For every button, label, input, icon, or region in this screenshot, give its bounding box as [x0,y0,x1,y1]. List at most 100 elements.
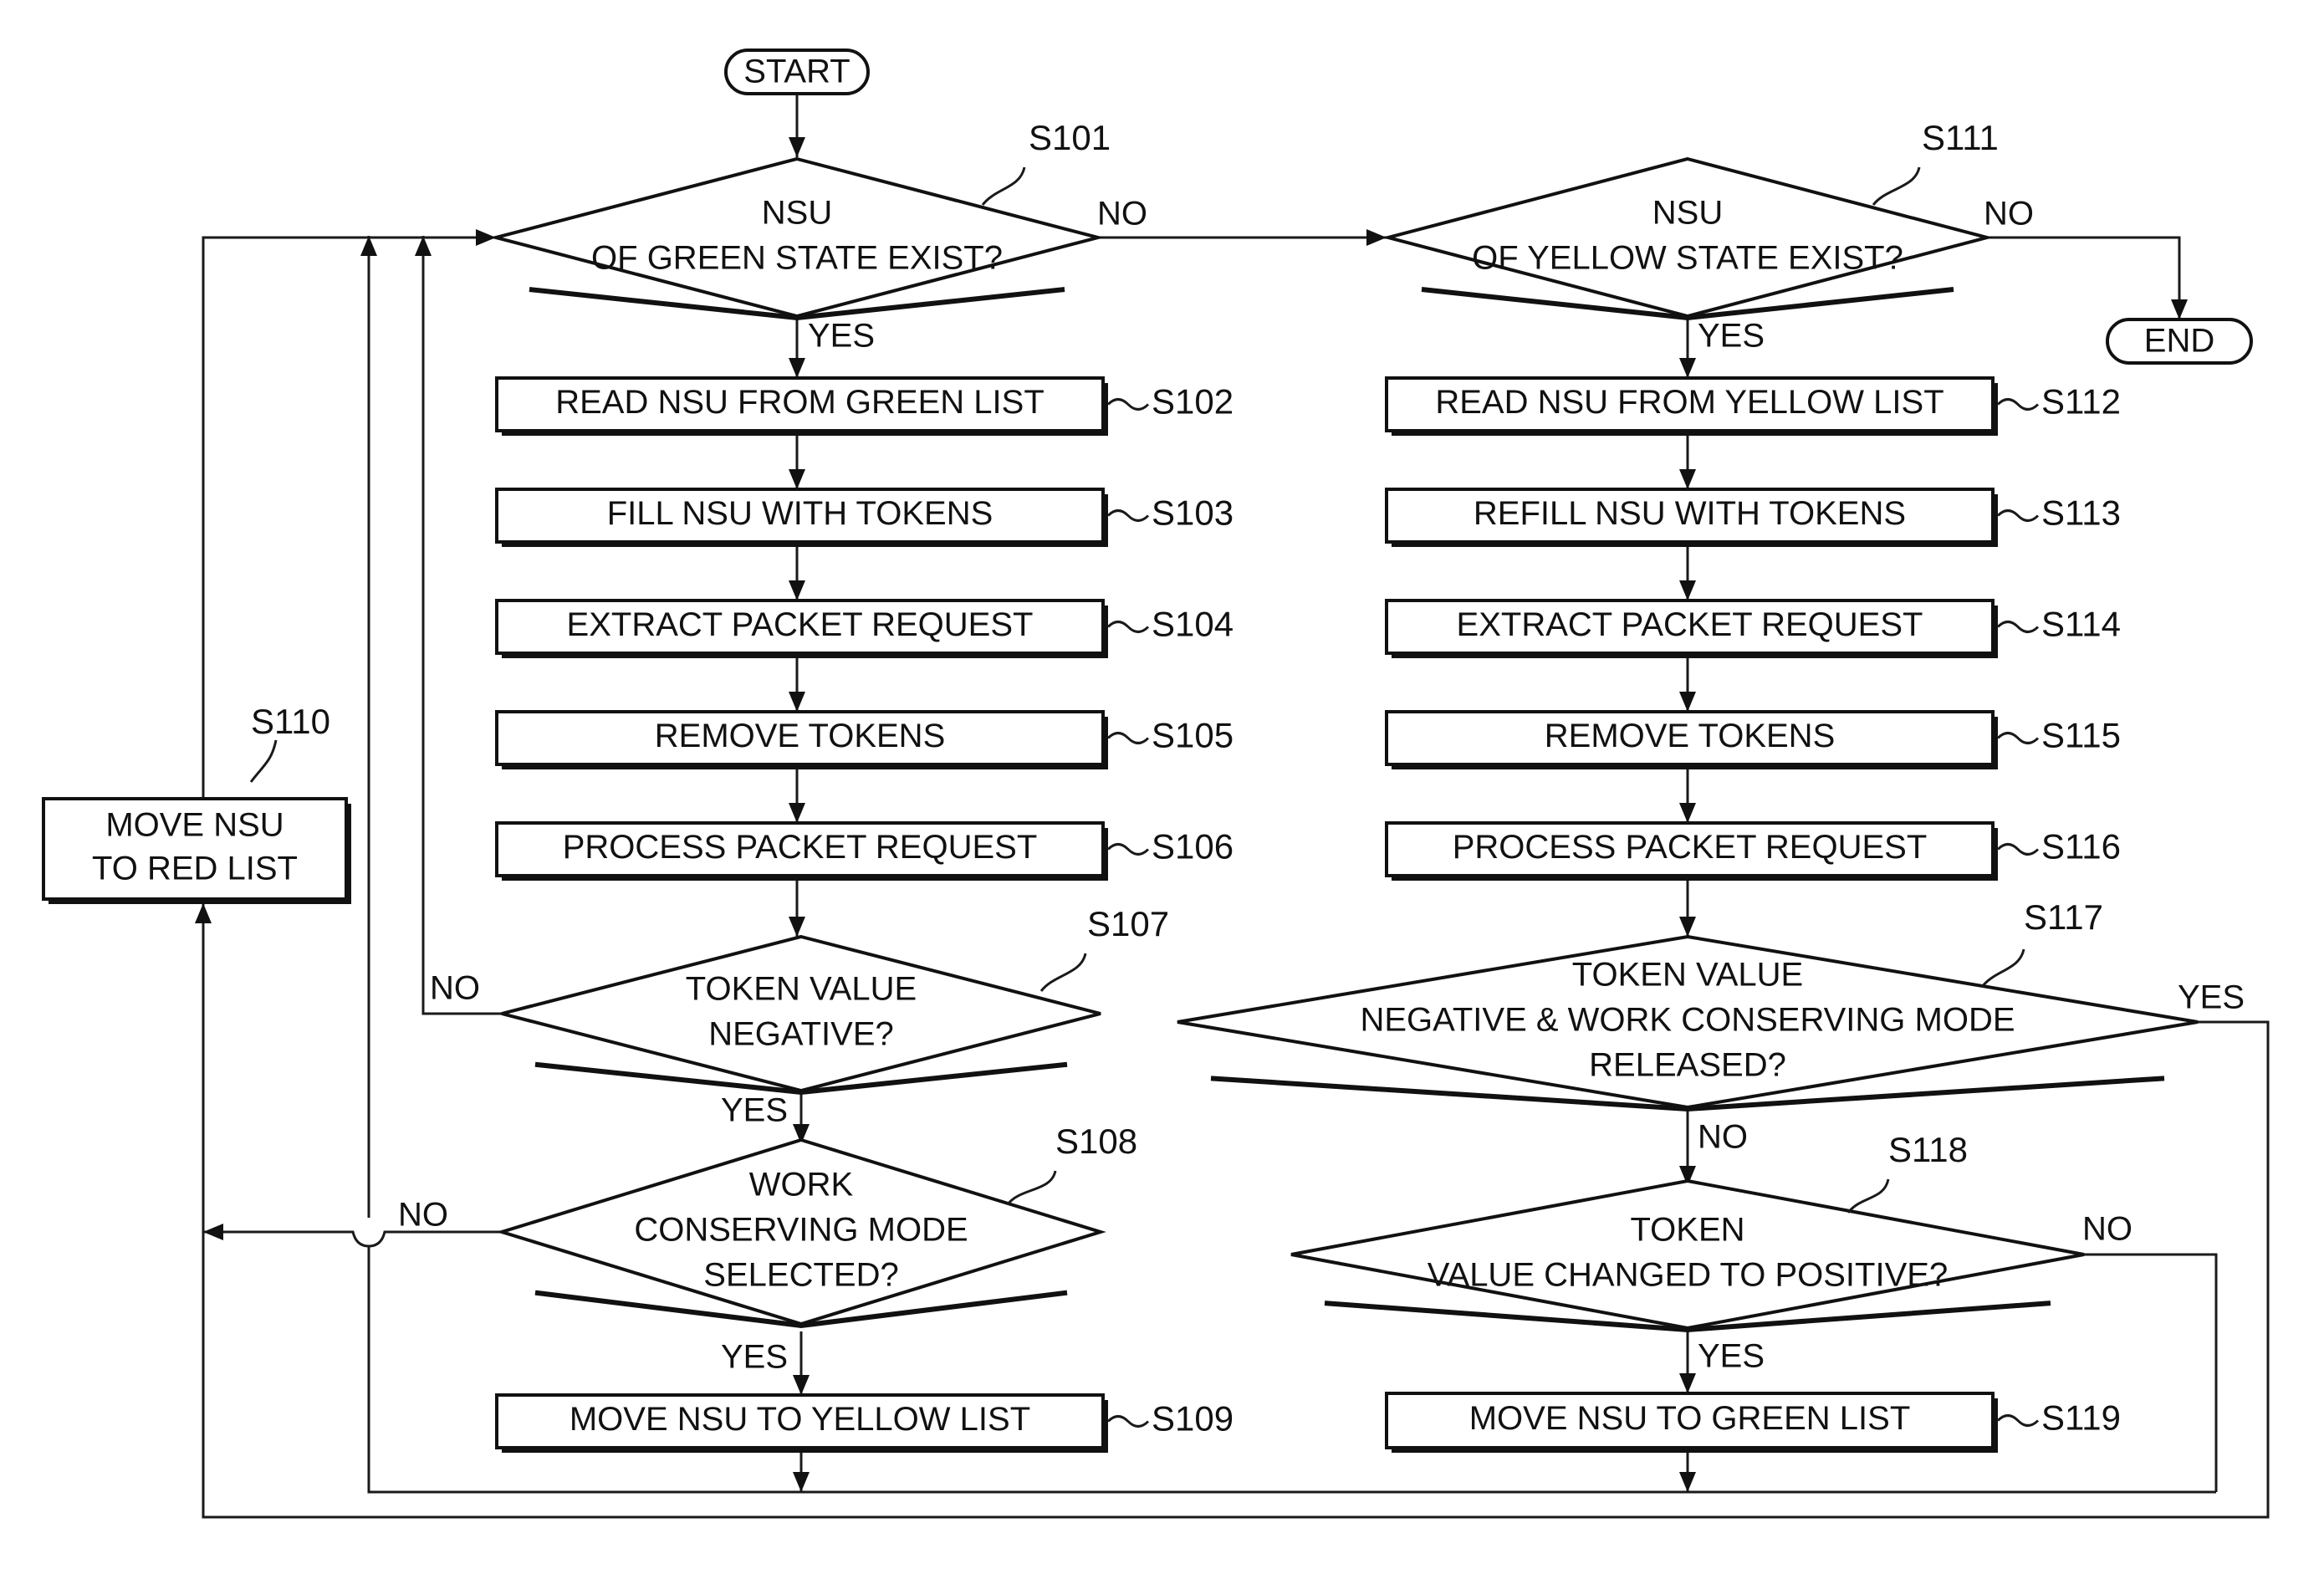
leader-line [1106,1415,1150,1428]
decision-diamond [1290,1178,2085,1331]
leader-line [249,739,278,783]
step-id-label: S119 [2041,1398,2121,1438]
step-text: TOKEN VALUE [686,971,917,1008]
step-s109: MOVE NSU TO YELLOW LIST S109 [495,1393,1234,1453]
s117-no-label: NO [1698,1119,1748,1156]
step-text: NEGATIVE? [708,1016,894,1053]
s108-no-label: NO [398,1197,448,1234]
leader-line [1996,1414,2040,1427]
leader-line [1996,843,2040,856]
leader-line [1846,1178,1890,1214]
step-id-label: S102 [1152,382,1234,422]
step-s108: WORK CONSERVING MODE SELECTED? S108 [496,1122,1137,1329]
step-text: SELECTED? [703,1257,898,1294]
step-text: VALUE CHANGED TO POSITIVE? [1428,1257,1948,1294]
leader-line [1872,166,1921,206]
step-id-label: S111 [1922,118,1999,157]
step-id-label: S103 [1152,493,1234,533]
leader-line [1039,953,1087,992]
step-s110: MOVE NSU TO RED LIST S110 [42,702,351,904]
leader-line [1106,398,1150,411]
step-text: TO RED LIST [92,851,298,887]
step-id-label: S101 [1029,118,1111,157]
leader-line [1106,509,1150,522]
step-s101: NSU OF GREEN STATE EXIST? S101 [489,118,1111,321]
step-s112: READ NSU FROM YELLOW LIST S112 [1385,376,2121,436]
step-s105: REMOVE TOKENS S105 [495,710,1234,769]
arrow-s118-no-return [2084,1253,2218,1492]
step-text: EXTRACT PACKET REQUEST [1457,606,1923,643]
leader-line [1996,509,2040,522]
s107-no-label: NO [430,970,480,1007]
s101-no-label: NO [1097,196,1147,233]
step-text: READ NSU FROM GREEN LIST [555,384,1045,421]
step-s114: EXTRACT PACKET REQUEST S114 [1385,599,2121,658]
step-text: EXTRACT PACKET REQUEST [567,606,1034,643]
step-text: REMOVE TOKENS [1545,718,1836,754]
step-id-label: S113 [2041,493,2121,533]
step-id-label: S107 [1087,904,1169,943]
step-s119: MOVE NSU TO GREEN LIST S119 [1385,1392,2121,1453]
step-text: REMOVE TOKENS [655,718,946,754]
step-text: REFILL NSU WITH TOKENS [1474,495,1906,532]
leader-line [1006,1170,1057,1205]
step-text: NSU [762,195,832,232]
s111-yes-label: YES [1698,318,1765,355]
steps: NSU OF GREEN STATE EXIST? S101 READ NSU FRO… [42,118,2199,1453]
step-s103: FILL NSU WITH TOKENS S103 [495,488,1234,547]
step-id-label: S104 [1152,605,1234,644]
s118-no-label: NO [2082,1211,2132,1248]
step-text: MOVE NSU [105,807,283,844]
step-s106: PROCESS PACKET REQUEST S106 [495,821,1234,881]
step-s102: READ NSU FROM GREEN LIST S102 [495,376,1234,436]
step-s113: REFILL NSU WITH TOKENS S113 [1385,488,2121,547]
step-id-label: S114 [2041,605,2121,644]
step-text: MOVE NSU TO GREEN LIST [1469,1400,1911,1437]
s111-no-label: NO [1984,196,2034,233]
end-label: END [2144,323,2214,360]
step-text: FILL NSU WITH TOKENS [607,495,993,532]
leader-line [1106,732,1150,744]
arrow-s107-no-loop [421,238,502,1015]
step-text: PROCESS PACKET REQUEST [1453,829,1928,866]
step-id-label: S105 [1152,716,1234,755]
arrow-s110-to-s101 [202,229,496,799]
step-text: OF GREEN STATE EXIST? [591,240,1003,277]
step-s107: TOKEN VALUE NEGATIVE? S107 [501,904,1169,1096]
s107-yes-label: YES [721,1092,788,1129]
start-label: START [743,54,850,90]
arrow-s108-no-to-s110 [203,1224,502,1248]
step-text: READ NSU FROM YELLOW LIST [1435,384,1943,421]
step-s111: NSU OF YELLOW STATE EXIST? S111 [1382,118,1999,321]
leader-line [1106,843,1150,856]
step-text: NEGATIVE & WORK CONSERVING MODE [1360,1002,2015,1039]
step-s115: REMOVE TOKENS S115 [1385,710,2121,769]
s108-yes-label: YES [721,1339,788,1376]
step-text: TOKEN [1630,1212,1744,1249]
step-id-label: S109 [1152,1399,1234,1439]
step-id-label: S116 [2041,827,2121,866]
step-id-label: S110 [251,702,330,741]
flowchart: START END NSU OF GREEN STATE EXIST? S101 RE… [42,49,2270,1519]
step-text: RELEASED? [1589,1047,1786,1084]
leader-line [1980,948,2025,988]
step-id-label: S115 [2041,716,2121,755]
s118-yes-label: YES [1698,1338,1765,1375]
decision-diamond [501,934,1101,1093]
end-terminal: END [2106,318,2253,365]
step-text: PROCESS PACKET REQUEST [563,829,1038,866]
step-s104: EXTRACT PACKET REQUEST S104 [495,599,1234,658]
leader-line [1996,732,2040,744]
step-id-label: S118 [1888,1130,1968,1169]
leader-line [1996,398,2040,411]
step-text: OF YELLOW STATE EXIST? [1472,240,1903,277]
step-text: TOKEN VALUE [1572,957,1803,994]
leader-line [981,166,1026,206]
step-text: WORK [749,1167,854,1203]
leader-line [1996,621,2040,633]
step-s116: PROCESS PACKET REQUEST S116 [1385,821,2121,881]
start-terminal: START [724,49,870,95]
step-id-label: S117 [2024,897,2103,937]
s101-yes-label: YES [808,318,875,355]
leader-line [1106,621,1150,633]
